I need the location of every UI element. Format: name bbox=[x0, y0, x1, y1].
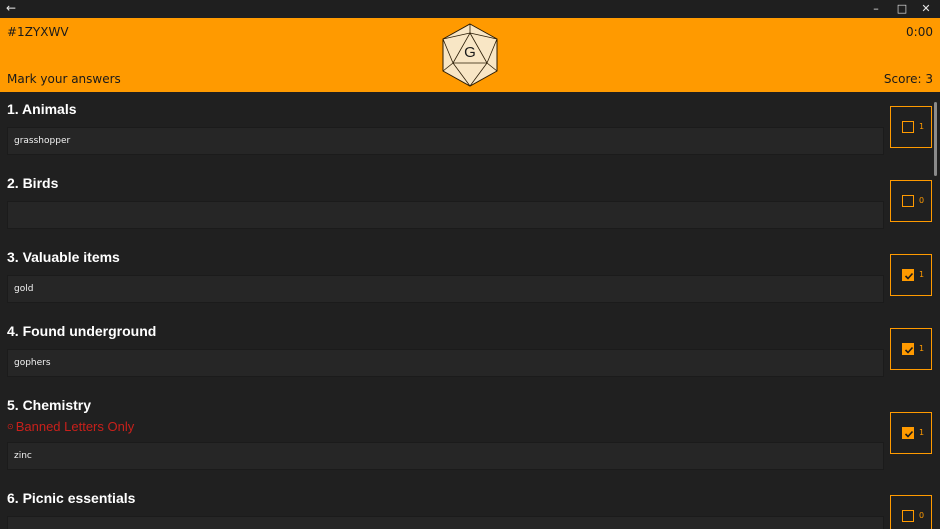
answer-field[interactable]: gold bbox=[7, 275, 884, 303]
points-value: 0 bbox=[919, 511, 925, 520]
points-value: 1 bbox=[919, 122, 925, 131]
points-value: 0 bbox=[919, 196, 925, 205]
banned-letters-warning: ⊙ Banned Letters Only bbox=[7, 419, 134, 434]
category-title: 4. Found underground bbox=[7, 323, 157, 339]
game-header: #1ZYXWV 0:00 Mark your answers Score: 3 … bbox=[0, 18, 940, 92]
category-title: 5. Chemistry bbox=[7, 397, 92, 413]
d20-logo-icon: G bbox=[442, 23, 498, 87]
checkbox-checked-icon[interactable] bbox=[902, 427, 914, 439]
scrollbar-thumb[interactable] bbox=[934, 102, 937, 176]
mark-answer-toggle[interactable]: 0 bbox=[890, 180, 932, 222]
answer-field[interactable] bbox=[7, 201, 884, 229]
answer-field[interactable]: gophers bbox=[7, 349, 884, 377]
game-code: #1ZYXWV bbox=[7, 25, 69, 39]
logo-letter: G bbox=[464, 44, 476, 61]
mark-answer-toggle[interactable]: 0 bbox=[890, 495, 932, 529]
score: Score: 3 bbox=[883, 72, 933, 86]
category-title: 1. Animals bbox=[7, 101, 77, 117]
mark-answer-toggle[interactable]: 1 bbox=[890, 412, 932, 454]
answer-field[interactable]: grasshopper bbox=[7, 127, 884, 155]
mark-answer-toggle[interactable]: 1 bbox=[890, 106, 932, 148]
checkbox-icon[interactable] bbox=[902, 510, 914, 522]
category-title: 2. Birds bbox=[7, 175, 59, 191]
instruction-text: Mark your answers bbox=[7, 72, 121, 86]
category-title: 6. Picnic essentials bbox=[7, 490, 136, 506]
checkbox-checked-icon[interactable] bbox=[902, 343, 914, 355]
answer-field[interactable] bbox=[7, 516, 884, 529]
close-button[interactable]: ✕ bbox=[912, 0, 940, 18]
points-value: 1 bbox=[919, 344, 925, 353]
points-value: 1 bbox=[919, 428, 925, 437]
warning-text: Banned Letters Only bbox=[15, 419, 135, 434]
answers-list[interactable]: 1. Animals grasshopper 1 2. Birds 0 3. V… bbox=[0, 92, 940, 529]
answer-field[interactable]: zinc bbox=[7, 442, 884, 470]
points-value: 1 bbox=[919, 270, 925, 279]
warning-icon: ⊙ bbox=[7, 422, 14, 431]
mark-answer-toggle[interactable]: 1 bbox=[890, 328, 932, 370]
checkbox-icon[interactable] bbox=[902, 195, 914, 207]
timer: 0:00 bbox=[906, 25, 933, 39]
checkbox-icon[interactable] bbox=[902, 121, 914, 133]
back-arrow-icon[interactable]: ← bbox=[4, 0, 18, 18]
mark-answer-toggle[interactable]: 1 bbox=[890, 254, 932, 296]
checkbox-checked-icon[interactable] bbox=[902, 269, 914, 281]
title-bar: ← – □ ✕ bbox=[0, 0, 940, 18]
minimize-button[interactable]: – bbox=[862, 0, 890, 18]
category-title: 3. Valuable items bbox=[7, 249, 120, 265]
